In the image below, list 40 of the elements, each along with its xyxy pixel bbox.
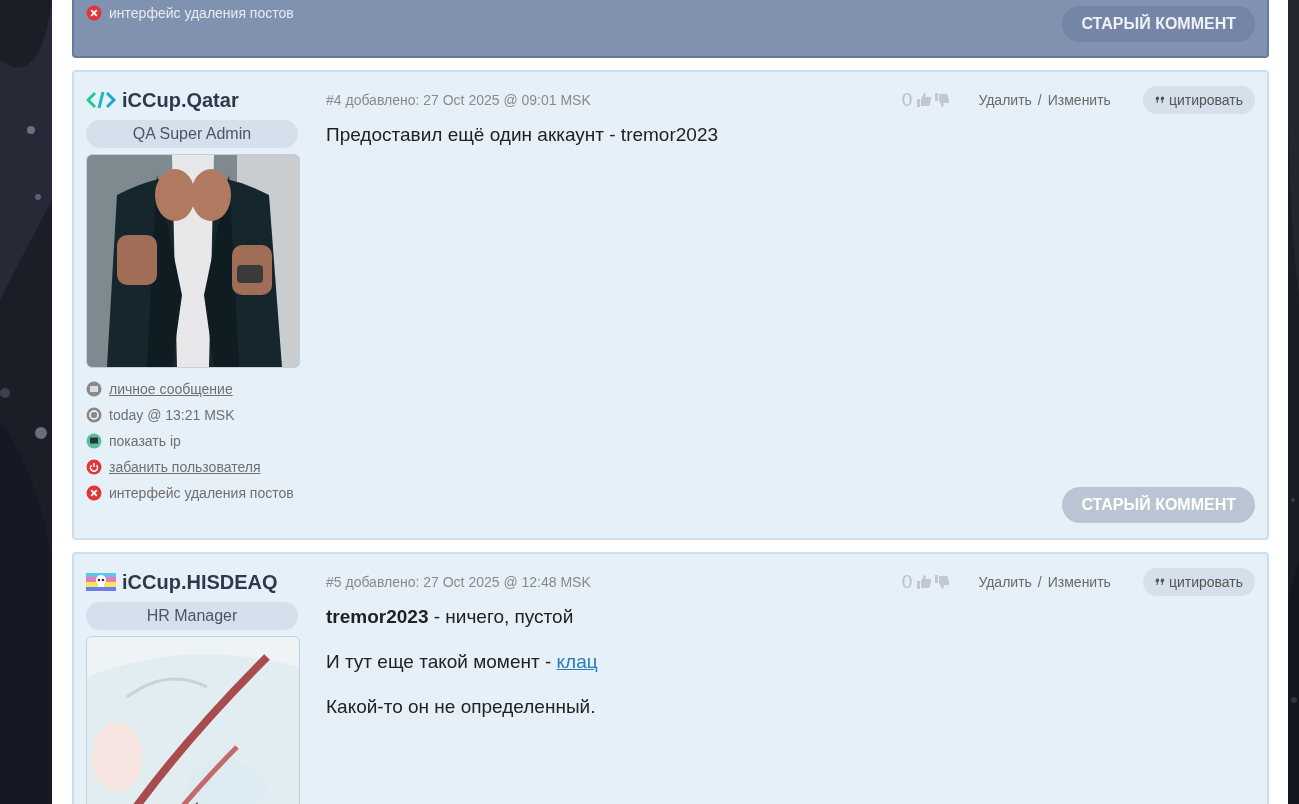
thumbs-up-icon[interactable] [916,92,933,108]
quote-button[interactable]: цитировать [1142,86,1255,114]
quote-button[interactable]: цитировать [1142,568,1255,596]
post-paragraph: Какой-то он не определенный. [326,695,597,719]
thumbs-up-icon[interactable] [916,574,933,590]
skull-flag-icon [86,572,116,592]
thumbs-down-icon[interactable] [934,574,951,590]
monitor-icon [86,433,102,449]
thumbs-down-icon[interactable] [934,92,951,108]
user-role: QA Super Admin [86,120,298,148]
post-meta: #4 добавлено: 27 Oct 2025 @ 09:01 MSK [326,92,592,108]
profile-link[interactable]: забанить пользователя [109,459,261,475]
post-paragraph: Предоставил ещё один аккаунт - tremor2023 [326,123,720,147]
profile-link[interactable]: личное сообщение [109,381,233,397]
quote-icon [1154,95,1165,105]
info-text: интерфейс удаления постов [109,485,294,501]
user-role: HR Manager [86,602,298,630]
quote-icon [1154,577,1165,587]
edit-link[interactable]: Изменить [1047,574,1111,590]
delete-link[interactable]: Удалить [978,574,1032,590]
old-comment-button[interactable]: СТАРЫЙ КОММЕНТ [1062,6,1255,42]
info-text: today @ 13:21 MSK [109,407,235,423]
info-text: показать ip [109,433,181,449]
clock-icon [86,407,102,423]
delete-link[interactable]: Удалить [978,92,1032,108]
mail-icon [86,381,102,397]
power-icon [86,459,102,475]
author-name[interactable]: iCCup.Qatar [122,88,239,112]
edit-link[interactable]: Изменить [1047,92,1111,108]
post-paragraph: И тут еще такой момент - клац [326,650,599,674]
author-name[interactable]: iCCup.HISDEAQ [122,570,278,594]
post-link[interactable]: клац [556,651,598,672]
delete-icon [86,485,102,501]
separator: / [1037,92,1042,108]
code-icon [86,90,116,110]
info-text: интерфейс удаления постов [109,5,294,21]
separator: / [1037,574,1042,590]
post-paragraph: tremor2023 - ничего, пустой [326,605,575,629]
post-meta: #5 добавлено: 27 Oct 2025 @ 12:48 MSK [326,574,592,590]
delete-icon [86,5,102,21]
